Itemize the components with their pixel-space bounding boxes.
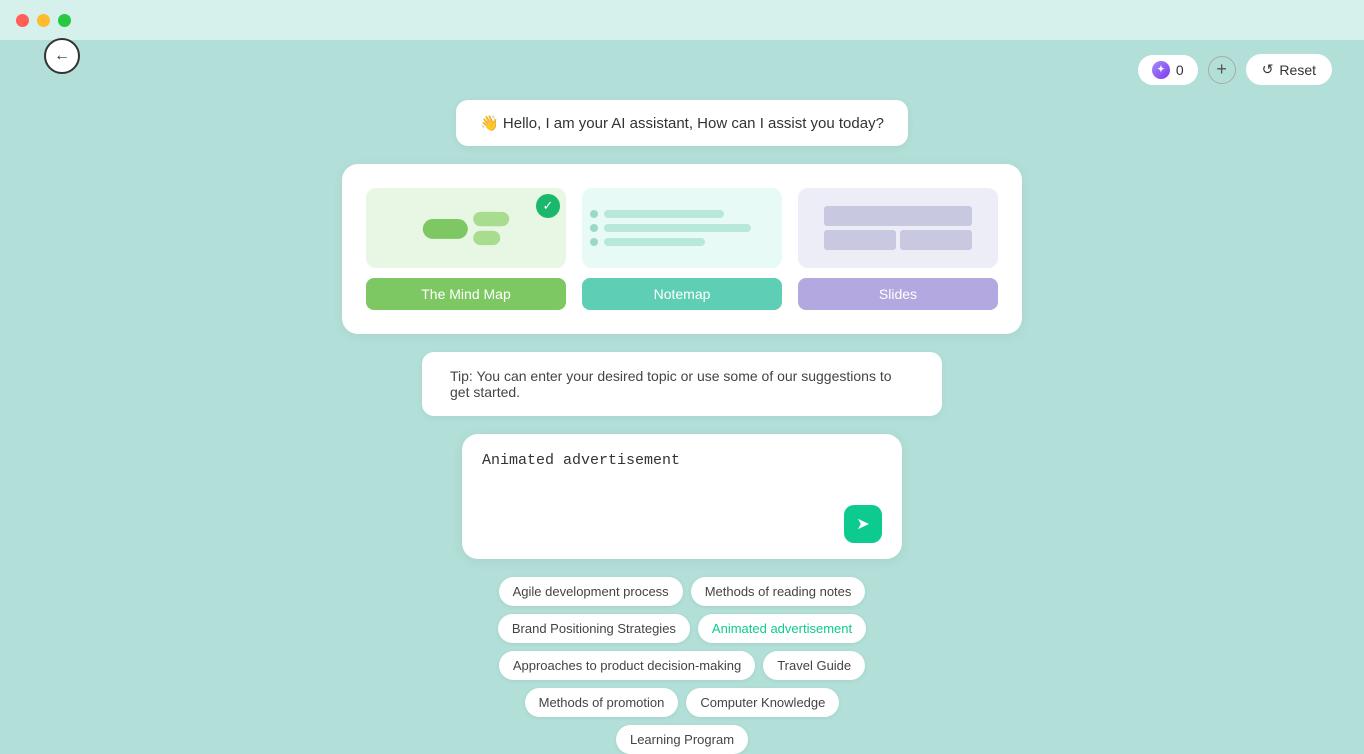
reset-button[interactable]: ↺ Reset bbox=[1246, 54, 1332, 85]
credit-icon: ✦ bbox=[1152, 61, 1170, 79]
tip-text: Tip: You can enter your desired topic or… bbox=[450, 368, 892, 400]
mindmap-label[interactable]: The Mind Map bbox=[366, 278, 566, 310]
suggestion-chip[interactable]: Agile development process bbox=[499, 577, 683, 606]
greeting-text: Hello, I am your AI assistant, How can I… bbox=[503, 115, 884, 132]
template-option-notemap[interactable]: Notemap bbox=[582, 188, 782, 310]
traffic-light-red[interactable] bbox=[16, 14, 29, 27]
slide-cell bbox=[824, 230, 896, 250]
traffic-light-green[interactable] bbox=[58, 14, 71, 27]
suggestion-chip[interactable]: Brand Positioning Strategies bbox=[498, 614, 690, 643]
greeting-bubble: 👋 Hello, I am your AI assistant, How can… bbox=[456, 100, 908, 146]
add-credits-button[interactable]: + bbox=[1208, 56, 1236, 84]
credit-badge: ✦ 0 bbox=[1138, 55, 1198, 85]
reset-label: Reset bbox=[1279, 62, 1316, 78]
titlebar bbox=[0, 0, 1364, 40]
template-option-mindmap[interactable]: ✓ The Mind Map bbox=[366, 188, 566, 310]
suggestion-chip[interactable]: Methods of promotion bbox=[525, 688, 679, 717]
suggestion-chip[interactable]: Computer Knowledge bbox=[686, 688, 839, 717]
slides-preview bbox=[798, 188, 998, 268]
mindmap-branch bbox=[473, 211, 509, 225]
suggestion-chip[interactable]: Learning Program bbox=[616, 725, 748, 754]
topic-input[interactable] bbox=[482, 452, 882, 492]
suggestion-chip[interactable]: Travel Guide bbox=[763, 651, 865, 680]
suggestion-chip[interactable]: Approaches to product decision-making bbox=[499, 651, 755, 680]
greeting-emoji: 👋 bbox=[480, 115, 499, 132]
credit-count: 0 bbox=[1176, 62, 1184, 78]
mindmap-preview: ✓ bbox=[366, 188, 566, 268]
send-button[interactable]: ➤ bbox=[844, 505, 882, 543]
template-option-slides[interactable]: Slides bbox=[798, 188, 998, 310]
main-content: 👋 Hello, I am your AI assistant, How can… bbox=[0, 90, 1364, 744]
back-button[interactable]: ← bbox=[44, 38, 80, 74]
template-selector: ✓ The Mind Map bbox=[342, 164, 1022, 334]
suggestion-chip[interactable]: Methods of reading notes bbox=[691, 577, 866, 606]
slide-cell bbox=[824, 206, 972, 226]
back-icon: ← bbox=[54, 47, 70, 65]
send-icon: ➤ bbox=[856, 514, 869, 534]
reset-icon: ↺ bbox=[1262, 61, 1274, 78]
input-card: ➤ bbox=[462, 434, 902, 559]
suggestion-chip[interactable]: Animated advertisement bbox=[698, 614, 866, 643]
mindmap-center-node bbox=[423, 218, 468, 238]
tip-box: Tip: You can enter your desired topic or… bbox=[422, 352, 942, 416]
top-right-controls: ✦ 0 + ↺ Reset bbox=[1138, 54, 1332, 85]
suggestions-list: Agile development process Methods of read… bbox=[462, 577, 902, 754]
mindmap-branch bbox=[473, 230, 500, 244]
slides-label[interactable]: Slides bbox=[798, 278, 998, 310]
notemap-preview bbox=[582, 188, 782, 268]
selected-checkmark: ✓ bbox=[536, 194, 560, 218]
traffic-light-yellow[interactable] bbox=[37, 14, 50, 27]
notemap-label[interactable]: Notemap bbox=[582, 278, 782, 310]
slide-cell bbox=[900, 230, 972, 250]
